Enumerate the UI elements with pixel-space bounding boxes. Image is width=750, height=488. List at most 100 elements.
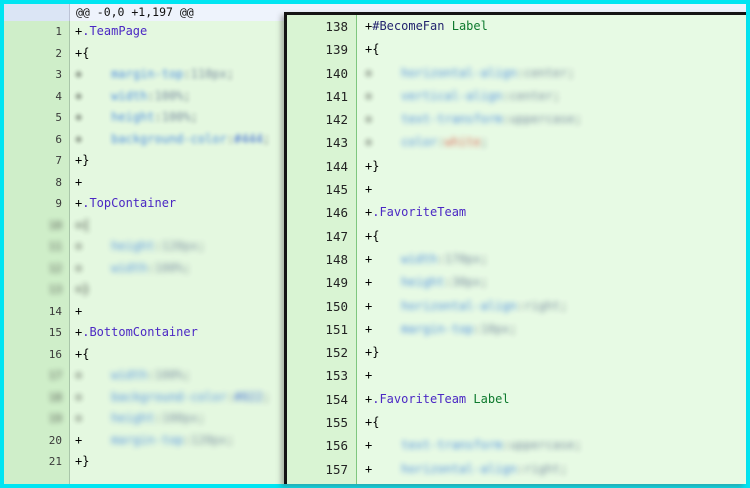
diff-line: 142+ text-transform:uppercase; bbox=[287, 108, 746, 131]
code-token-punct: ; bbox=[567, 66, 574, 80]
code-token-punct: ; bbox=[183, 89, 190, 103]
code-token-punct: : bbox=[517, 462, 524, 476]
code-token-plain: + bbox=[75, 175, 82, 189]
line-code: + margin-top:10px; bbox=[357, 318, 746, 341]
code-token-punct: ; bbox=[575, 112, 582, 126]
code-token-plain: +} bbox=[75, 153, 89, 167]
code-token-plain: +{ bbox=[75, 347, 89, 361]
code-token-prop: width bbox=[111, 89, 147, 103]
code-token-value: 100% bbox=[162, 110, 191, 124]
code-token-prop: vertical-align bbox=[401, 89, 502, 103]
line-code: +.FavoriteTeam Label bbox=[357, 388, 746, 411]
diff-line: 139+{ bbox=[287, 38, 746, 61]
code-token-value: 100% bbox=[155, 89, 184, 103]
line-code: + vertical-align:center; bbox=[357, 85, 746, 108]
code-token-plain bbox=[372, 112, 401, 126]
code-token-punct: : bbox=[227, 390, 234, 404]
code-token-plain: +{ bbox=[365, 229, 379, 243]
line-code: +.FavoriteTeam bbox=[357, 201, 746, 224]
diff-line: 155+{ bbox=[287, 411, 746, 434]
line-number: 144 bbox=[287, 155, 357, 178]
line-code bbox=[357, 481, 746, 484]
line-number: 6 bbox=[4, 129, 69, 151]
code-token-punct: ; bbox=[560, 299, 567, 313]
code-token-punct: ; bbox=[481, 252, 488, 266]
code-token-value: center bbox=[524, 66, 567, 80]
code-token-plain bbox=[372, 438, 401, 452]
line-number: 16 bbox=[4, 344, 69, 366]
code-token-selector: .FavoriteTeam bbox=[372, 205, 466, 219]
line-code: + text-transform:uppercase; bbox=[357, 434, 746, 457]
line-number: 139 bbox=[287, 38, 357, 61]
code-token-punct: : bbox=[155, 110, 162, 124]
code-token-plain bbox=[372, 135, 401, 149]
code-token-id: #BecomeFan bbox=[372, 19, 444, 33]
diff-line: 146+.FavoriteTeam bbox=[287, 201, 746, 224]
right-diff-rows: 138+#BecomeFan Label139+{140+ horizontal… bbox=[287, 15, 746, 484]
code-token-prop: text-transform bbox=[401, 438, 502, 452]
line-number: 19 bbox=[4, 408, 69, 430]
line-number: 142 bbox=[287, 108, 357, 131]
right-diff-pane-overlay[interactable]: 138+#BecomeFan Label139+{140+ horizontal… bbox=[284, 12, 746, 484]
line-number: 153 bbox=[287, 364, 357, 387]
code-token-prop: height bbox=[111, 239, 154, 253]
code-token-punct: ; bbox=[198, 239, 205, 253]
code-token-value: 110px bbox=[191, 67, 227, 81]
diff-line: 141+ vertical-align:center; bbox=[287, 85, 746, 108]
line-number: 17 bbox=[4, 365, 69, 387]
code-token-plain: +} bbox=[365, 159, 379, 173]
code-token-value: 30px bbox=[452, 275, 481, 289]
code-token-value: 120px bbox=[162, 239, 198, 253]
code-token-punct: ; bbox=[227, 67, 234, 81]
line-code: +#BecomeFan Label bbox=[357, 15, 746, 38]
diff-line: 154+.FavoriteTeam Label bbox=[287, 388, 746, 411]
code-token-punct: : bbox=[502, 438, 509, 452]
code-token-prop: height bbox=[401, 275, 444, 289]
diff-line: 145+ bbox=[287, 178, 746, 201]
line-number: 12 bbox=[4, 258, 69, 280]
code-token-plain bbox=[372, 275, 401, 289]
line-code: + width:170px; bbox=[357, 248, 746, 271]
line-number: 1 bbox=[4, 21, 69, 43]
code-token-value: right bbox=[524, 462, 560, 476]
code-token-punct: : bbox=[502, 112, 509, 126]
diff-viewer-screenshot: { "hunk_header": "@@ -0,0 +1,197 @@", "c… bbox=[0, 0, 750, 488]
line-number: 156 bbox=[287, 434, 357, 457]
code-token-plain bbox=[372, 66, 401, 80]
code-token-punct: : bbox=[147, 368, 154, 382]
code-token-plain: +} bbox=[75, 282, 89, 296]
code-token-prop: background-color bbox=[111, 390, 227, 404]
line-code: +} bbox=[357, 155, 746, 178]
line-code: +{ bbox=[357, 38, 746, 61]
code-token-prop: color bbox=[401, 135, 437, 149]
code-token-plain: +{ bbox=[365, 415, 379, 429]
line-number: 2 bbox=[4, 43, 69, 65]
code-token-value: center bbox=[510, 89, 553, 103]
code-token-punct: ; bbox=[575, 438, 582, 452]
code-token-plain bbox=[82, 89, 111, 103]
line-number: 11 bbox=[4, 236, 69, 258]
code-token-value: 100px bbox=[162, 411, 198, 425]
code-token-prop: width bbox=[111, 261, 147, 275]
code-token-plain: +} bbox=[75, 454, 89, 468]
line-code: + bbox=[357, 364, 746, 387]
diff-line: 152+} bbox=[287, 341, 746, 364]
code-token-selector: .TeamPage bbox=[82, 24, 147, 38]
code-token-plain: + bbox=[365, 368, 372, 382]
line-number: 20 bbox=[4, 430, 69, 452]
line-code: + text-transform:uppercase; bbox=[357, 108, 746, 131]
code-token-punct: ; bbox=[481, 275, 488, 289]
line-code: + bbox=[357, 178, 746, 201]
line-number: 154 bbox=[287, 388, 357, 411]
line-number: 18 bbox=[4, 387, 69, 409]
line-code: + horizontal-align:right; bbox=[357, 458, 746, 481]
line-code: +} bbox=[357, 341, 746, 364]
line-number: 148 bbox=[287, 248, 357, 271]
code-token-value: 120px bbox=[191, 433, 227, 447]
code-token-colorval: white bbox=[445, 135, 481, 149]
diff-line: 153 + bbox=[287, 364, 746, 387]
code-token-punct: : bbox=[183, 67, 190, 81]
code-token-element: Label bbox=[473, 392, 509, 406]
code-token-punct: : bbox=[227, 132, 234, 146]
line-number: 152 bbox=[287, 341, 357, 364]
